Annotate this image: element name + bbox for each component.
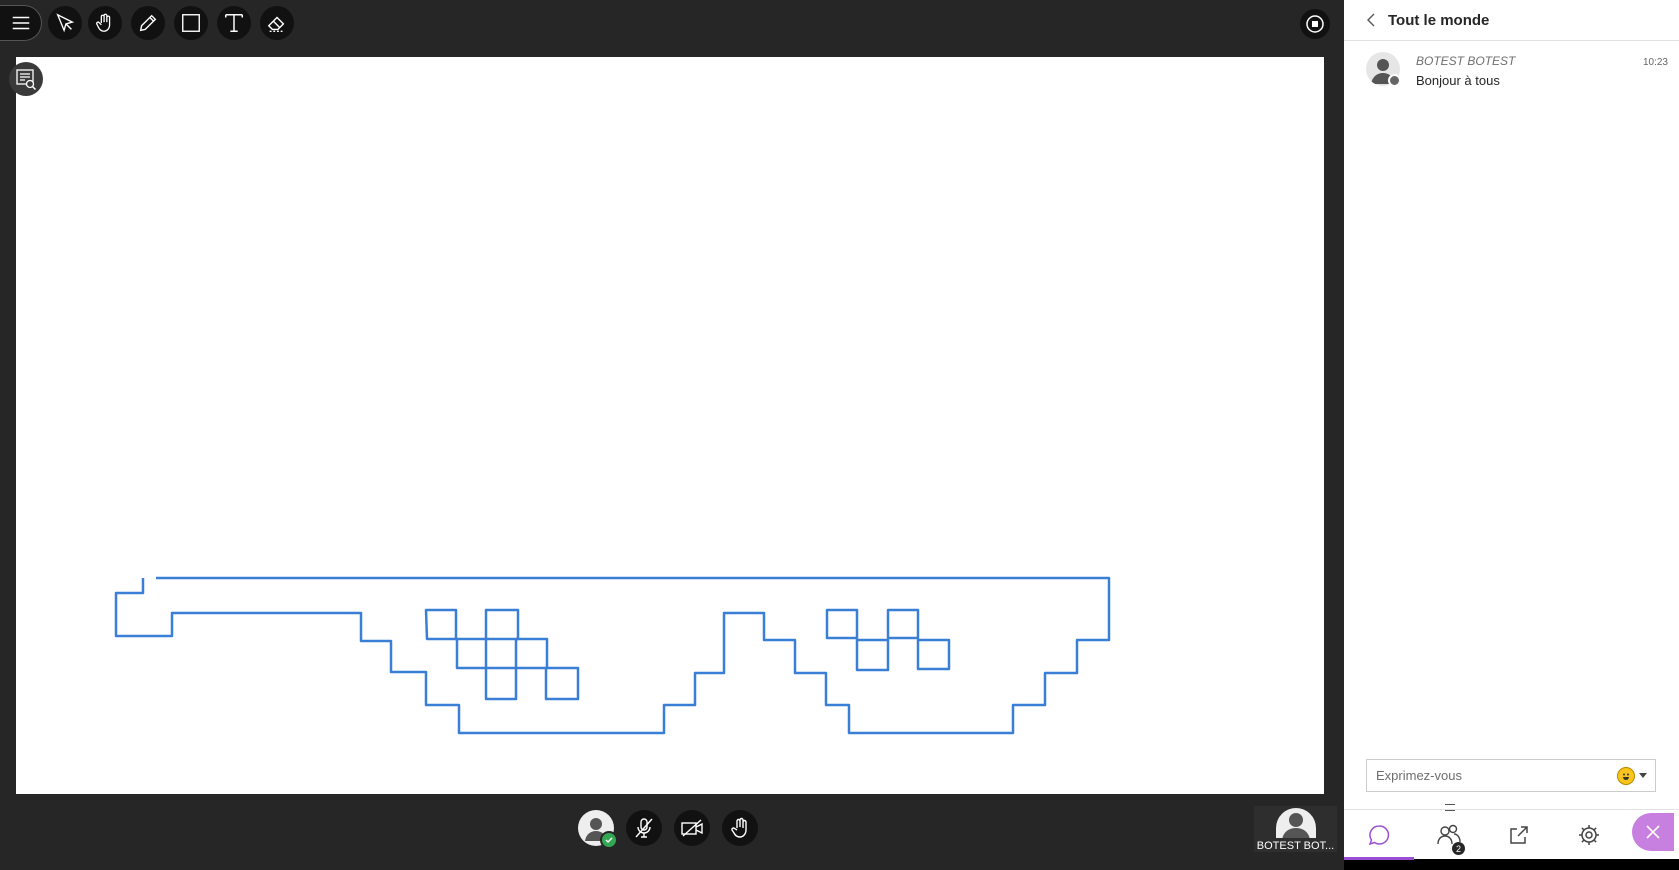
shape-tool-button[interactable] xyxy=(174,6,208,40)
session-controls xyxy=(578,810,758,849)
back-button[interactable] xyxy=(1362,10,1382,30)
tab-settings[interactable] xyxy=(1554,810,1624,860)
tab-share-content[interactable] xyxy=(1484,810,1554,860)
select-tool-button[interactable] xyxy=(48,6,82,40)
raise-hand-icon xyxy=(731,817,747,838)
whiteboard-canvas[interactable] xyxy=(16,57,1324,794)
chat-compose xyxy=(1366,759,1656,792)
stop-sharing-button[interactable] xyxy=(1300,9,1330,39)
tab-chat[interactable] xyxy=(1344,810,1414,860)
share-content-icon xyxy=(1510,826,1528,844)
user-avatar-icon xyxy=(1281,813,1310,838)
gear-icon xyxy=(1579,825,1599,845)
participant-name: BOTEST BOT... xyxy=(1256,840,1335,852)
stop-icon xyxy=(1306,15,1324,33)
text-tool-button[interactable] xyxy=(217,6,251,40)
message-text: Bonjour à tous xyxy=(1416,73,1500,88)
chevron-down-icon xyxy=(1639,773,1647,778)
attendee-count-badge: 2 xyxy=(1452,842,1465,855)
session-menu-button[interactable] xyxy=(0,5,42,41)
emoji-picker-button[interactable] xyxy=(1617,766,1647,785)
participant-tile[interactable]: BOTEST BOT... xyxy=(1254,806,1337,852)
check-icon xyxy=(605,837,613,844)
chat-header: Tout le monde xyxy=(1344,0,1679,41)
text-icon xyxy=(225,14,243,32)
close-panel-button[interactable] xyxy=(1632,813,1674,851)
moderator-badge-icon xyxy=(1388,74,1401,87)
panel-tabs: 2 xyxy=(1344,809,1679,860)
eraser-tool-button[interactable] xyxy=(260,6,294,40)
message-time: 10:23 xyxy=(1642,57,1668,68)
session-stage: BOTEST BOT... xyxy=(0,0,1344,870)
sunglasses-drawing xyxy=(114,576,1111,735)
eraser-icon xyxy=(267,16,285,32)
message-author: BOTEST BOTEST xyxy=(1416,54,1516,68)
camera-toggle[interactable] xyxy=(674,810,710,846)
select-pointer-icon xyxy=(56,13,75,33)
chat-input[interactable] xyxy=(1374,767,1617,784)
microphone-off-icon xyxy=(635,818,653,838)
chat-icon xyxy=(1368,825,1390,846)
chat-panel: Tout le monde BOTEST BOTEST 10:23 Bonjou… xyxy=(1344,0,1679,860)
pencil-tool-button[interactable] xyxy=(131,6,165,40)
raise-hand-button[interactable] xyxy=(722,810,758,846)
pan-hand-icon xyxy=(96,13,111,32)
status-ok-badge xyxy=(600,831,618,849)
zoom-fit-button[interactable] xyxy=(9,62,43,96)
participant-avatar xyxy=(1275,808,1316,838)
my-status-button[interactable] xyxy=(578,810,618,849)
chat-title: Tout le monde xyxy=(1388,11,1490,29)
tab-attendees[interactable]: 2 xyxy=(1414,810,1484,860)
close-icon xyxy=(1646,825,1660,839)
camera-off-icon xyxy=(681,819,703,837)
whiteboard-toolbar xyxy=(0,0,1344,50)
zoom-page-icon xyxy=(16,69,37,91)
microphone-toggle[interactable] xyxy=(626,810,662,846)
chevron-left-icon xyxy=(1367,13,1375,27)
menu-icon xyxy=(12,16,29,30)
emoji-smiley-icon xyxy=(1617,766,1635,785)
rectangle-icon xyxy=(182,14,200,32)
pencil-icon xyxy=(139,14,157,32)
pan-tool-button[interactable] xyxy=(88,6,122,40)
